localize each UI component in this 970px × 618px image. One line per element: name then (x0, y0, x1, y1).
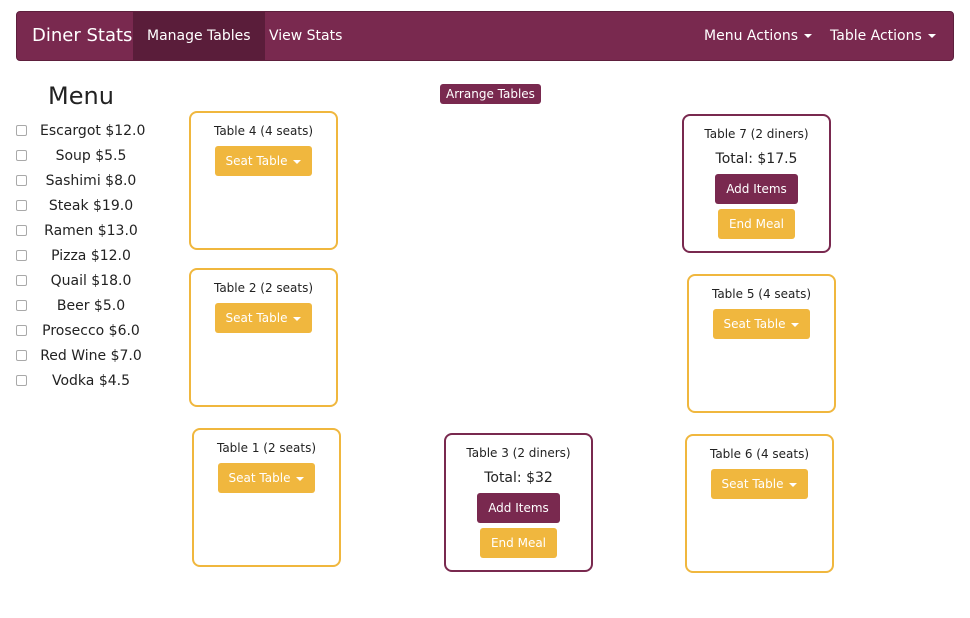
menu-actions-label: Menu Actions (704, 28, 799, 44)
menu-item: Soup $5.5 (16, 146, 156, 166)
table-total: Total: $17.5 (715, 151, 798, 167)
menu-item-label: Steak $19.0 (48, 198, 134, 214)
menu-item-checkbox[interactable] (16, 150, 27, 161)
table-title: Table 7 (2 diners) (704, 127, 809, 141)
menu-item-label: Soup $5.5 (55, 148, 127, 164)
navbar: Diner Stats Manage Tables View Stats Men… (16, 11, 954, 61)
caret-down-icon (293, 316, 302, 321)
menu-title: Menu (48, 82, 114, 110)
menu-item: Escargot $12.0 (16, 121, 156, 141)
seat-table-button[interactable]: Seat Table (710, 469, 809, 499)
menu-item-checkbox[interactable] (16, 125, 27, 136)
menu-item: Ramen $13.0 (16, 221, 156, 241)
menu-item: Quail $18.0 (16, 271, 156, 291)
table-title: Table 2 (2 seats) (213, 281, 314, 295)
menu-item: Red Wine $7.0 (16, 346, 156, 366)
table-title: Table 6 (4 seats) (709, 447, 810, 461)
table-card-2[interactable]: Table 2 (2 seats) Seat Table (189, 268, 338, 407)
caret-down-icon (804, 34, 813, 38)
menu-item: Vodka $4.5 (16, 371, 156, 391)
nav-view-stats[interactable]: View Stats (255, 12, 356, 60)
menu-item: Prosecco $6.0 (16, 321, 156, 341)
menu-actions-dropdown[interactable]: Menu Actions (690, 12, 826, 60)
add-items-button[interactable]: Add Items (477, 493, 560, 523)
caret-down-icon (927, 34, 936, 38)
end-meal-button[interactable]: End Meal (717, 209, 796, 239)
menu-item: Sashimi $8.0 (16, 171, 156, 191)
caret-down-icon (296, 476, 305, 481)
seat-table-button[interactable]: Seat Table (214, 303, 313, 333)
seat-table-button[interactable]: Seat Table (712, 309, 811, 339)
menu-item-label: Escargot $12.0 (40, 123, 146, 139)
table-title: Table 1 (2 seats) (216, 441, 317, 455)
menu-item-label: Ramen $13.0 (44, 223, 138, 239)
table-card-1[interactable]: Table 1 (2 seats) Seat Table (192, 428, 341, 567)
menu-item-label: Sashimi $8.0 (45, 173, 137, 189)
table-card-5[interactable]: Table 5 (4 seats) Seat Table (687, 274, 836, 413)
menu-item-checkbox[interactable] (16, 350, 27, 361)
caret-down-icon (791, 322, 800, 327)
menu-item-label: Quail $18.0 (50, 273, 132, 289)
add-items-button[interactable]: Add Items (715, 174, 798, 204)
menu-item-label: Red Wine $7.0 (40, 348, 142, 364)
menu-item: Steak $19.0 (16, 196, 156, 216)
seat-table-button[interactable]: Seat Table (217, 463, 316, 493)
menu-item-checkbox[interactable] (16, 375, 27, 386)
menu-item-checkbox[interactable] (16, 175, 27, 186)
menu-item-checkbox[interactable] (16, 250, 27, 261)
table-actions-dropdown[interactable]: Table Actions (816, 12, 950, 60)
table-title: Table 4 (4 seats) (213, 124, 314, 138)
menu-item-label: Pizza $12.0 (51, 248, 131, 264)
menu-item-checkbox[interactable] (16, 275, 27, 286)
seat-table-button[interactable]: Seat Table (214, 146, 313, 176)
table-card-4[interactable]: Table 4 (4 seats) Seat Table (189, 111, 338, 250)
nav-manage-tables[interactable]: Manage Tables (133, 12, 265, 60)
table-actions-label: Table Actions (830, 28, 922, 44)
table-card-3[interactable]: Table 3 (2 diners) Total: $32 Add Items … (444, 433, 593, 572)
end-meal-button[interactable]: End Meal (479, 528, 558, 558)
menu-item: Pizza $12.0 (16, 246, 156, 266)
menu-item-label: Vodka $4.5 (51, 373, 130, 389)
table-card-6[interactable]: Table 6 (4 seats) Seat Table (685, 434, 834, 573)
brand-link[interactable]: Diner Stats (32, 12, 132, 60)
caret-down-icon (789, 482, 798, 487)
menu-item-checkbox[interactable] (16, 200, 27, 211)
table-title: Table 3 (2 diners) (466, 446, 571, 460)
menu-item-checkbox[interactable] (16, 325, 27, 336)
table-card-7[interactable]: Table 7 (2 diners) Total: $17.5 Add Item… (682, 114, 831, 253)
arrange-tables-button[interactable]: Arrange Tables (440, 84, 541, 104)
menu-item: Beer $5.0 (16, 296, 156, 316)
menu-item-label: Beer $5.0 (56, 298, 126, 314)
menu-item-checkbox[interactable] (16, 225, 27, 236)
menu-item-checkbox[interactable] (16, 300, 27, 311)
menu-item-label: Prosecco $6.0 (42, 323, 140, 339)
table-total: Total: $32 (484, 470, 553, 486)
caret-down-icon (293, 159, 302, 164)
table-title: Table 5 (4 seats) (711, 287, 812, 301)
